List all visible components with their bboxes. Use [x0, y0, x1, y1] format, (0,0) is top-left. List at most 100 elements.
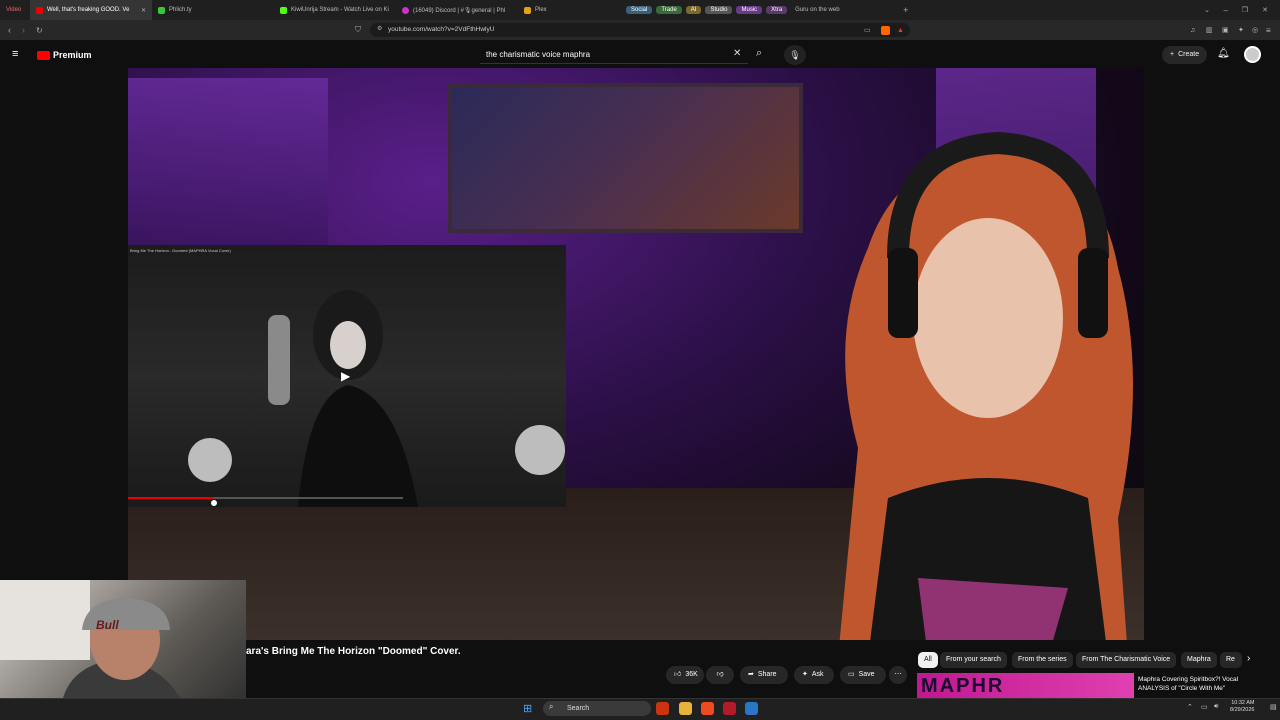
- avatar[interactable]: [1244, 46, 1261, 63]
- bookmark-icon[interactable]: ⛉: [355, 25, 361, 35]
- tab-groups: Social Trade AI Studio Music Xtra: [624, 6, 789, 14]
- tab-guru[interactable]: Guru on the web: [789, 0, 899, 20]
- taskbar-search[interactable]: Search: [543, 701, 651, 716]
- tab-discord[interactable]: (16049) Discord | #🎙general | Phl: [396, 0, 518, 20]
- play-icon: [158, 6, 165, 14]
- app-icon[interactable]: [656, 702, 669, 715]
- tab-kick[interactable]: KiwiUnrija Stream - Watch Live on Ki: [274, 0, 396, 20]
- create-label: Create: [1178, 51, 1200, 58]
- video-title: ara's Bring Me The Horizon "Doomed" Cove…: [246, 646, 461, 657]
- windows-start-icon[interactable]: ⊞: [523, 702, 532, 715]
- chip-more[interactable]: Re: [1220, 652, 1242, 668]
- music-icon[interactable]: ♫: [1190, 27, 1195, 34]
- more-actions-button[interactable]: ⋯: [889, 666, 907, 684]
- host-person: [839, 131, 1133, 640]
- tab-group-xtra[interactable]: Xtra: [766, 6, 788, 14]
- inset-video[interactable]: Bring Me The Horizon - Doomed (MAPHRA Vo…: [128, 245, 566, 507]
- more-icon: ⋯: [894, 671, 902, 678]
- play-icon[interactable]: ▶: [341, 369, 350, 383]
- sidebar-icon[interactable]: ▥: [1206, 26, 1213, 34]
- tab-youtube[interactable]: Well, that's freaking GOOD. Ve ✕: [30, 0, 152, 20]
- kick-icon: [280, 6, 287, 14]
- vpn-icon[interactable]: ◎: [1252, 26, 1258, 34]
- recommended-title[interactable]: Maphra Covering Spiritbox?! Vocal ANALYS…: [1138, 675, 1258, 693]
- back-icon[interactable]: ‹: [8, 25, 11, 35]
- youtube-logo[interactable]: Premium: [37, 50, 92, 60]
- chip-from-the-series[interactable]: From the series: [1012, 652, 1073, 668]
- chip-from-your-search[interactable]: From your search: [940, 652, 1007, 668]
- tab-label: KiwiUnrija Stream - Watch Live on Ki: [291, 7, 389, 13]
- minimize-icon[interactable]: –: [1224, 6, 1228, 15]
- youtube-play-logo-icon: [37, 50, 50, 60]
- like-button[interactable]: 👍︎ 36K: [666, 666, 704, 684]
- tray-chevron-icon[interactable]: ⌃: [1187, 703, 1193, 711]
- network-icon[interactable]: ▭: [1201, 703, 1208, 711]
- chip-maphra[interactable]: Maphra: [1181, 652, 1217, 668]
- clock[interactable]: 10:32 AM 8/29/2026: [1230, 700, 1254, 714]
- url-field[interactable]: youtube.com/watch?v=2VdFthHwlyU: [370, 23, 910, 37]
- ask-label: Ask: [811, 671, 824, 678]
- microphone-icon[interactable]: 🎙: [784, 45, 806, 65]
- chip-from-channel[interactable]: From The Charismatic Voice: [1076, 652, 1177, 668]
- save-label: Save: [858, 671, 875, 678]
- tab-phlich[interactable]: Phlich.ty: [152, 0, 274, 20]
- thumbs-up-icon: 👍︎: [674, 671, 682, 678]
- chip-all[interactable]: All: [918, 652, 938, 668]
- tab-group-studio[interactable]: Studio: [705, 6, 733, 14]
- search-icon[interactable]: ⌕: [756, 47, 762, 60]
- tab-label: Phlich.ty: [169, 7, 192, 13]
- tab-label: (16049) Discord | #🎙general | Phl: [413, 7, 506, 14]
- taskbar-search-label: Search: [567, 705, 590, 712]
- tab-group-music[interactable]: Music: [736, 6, 763, 14]
- app-icon[interactable]: [723, 702, 736, 715]
- chevron-right-icon[interactable]: ›: [1247, 653, 1250, 664]
- tab-group-ai[interactable]: AI: [685, 6, 702, 14]
- notifications-bell-icon[interactable]: 🔔︎: [1217, 48, 1230, 59]
- clear-search-icon[interactable]: ✕: [733, 48, 741, 59]
- share-button[interactable]: ➦ Share: [740, 666, 788, 684]
- address-bar-row: ‹ › ↻ ⛉ youtube.com/watch?v=2VdFthHwlyU …: [0, 20, 1280, 40]
- new-tab-icon[interactable]: +: [903, 5, 908, 15]
- tab-label: Well, that's freaking GOOD. Ve: [47, 7, 130, 13]
- create-button[interactable]: + Create: [1162, 46, 1208, 64]
- tab-video[interactable]: Video: [0, 0, 30, 20]
- notification-center-icon[interactable]: ▤: [1270, 703, 1277, 711]
- tab-label: Video: [6, 7, 22, 13]
- rewards-icon[interactable]: ▲: [897, 27, 904, 34]
- brave-shield-icon[interactable]: [881, 25, 890, 35]
- window-close-icon[interactable]: ✕: [1262, 6, 1268, 14]
- wallet-icon[interactable]: ▣: [1222, 26, 1229, 34]
- extensions-icon[interactable]: ✦: [1238, 26, 1244, 34]
- youtube-icon: [36, 6, 43, 14]
- cast-icon[interactable]: ▭: [864, 26, 871, 34]
- site-info-icon[interactable]: ⚙: [377, 25, 382, 32]
- sparkle-icon: ✦: [802, 671, 808, 678]
- plex-icon: [524, 6, 531, 14]
- save-button[interactable]: ▭ Save: [840, 666, 886, 684]
- file-explorer-icon[interactable]: [679, 702, 692, 715]
- brand-label: Premium: [53, 50, 92, 60]
- hamburger-menu-icon[interactable]: ≡: [12, 48, 18, 60]
- dislike-button[interactable]: 👎︎: [706, 666, 734, 684]
- tab-group-trade[interactable]: Trade: [656, 6, 682, 14]
- share-label: Share: [757, 671, 777, 678]
- tab-group-social[interactable]: Social: [626, 6, 653, 14]
- forward-icon[interactable]: ›: [22, 25, 25, 35]
- tab-label: Guru on the web: [795, 7, 840, 13]
- like-count: 36K: [685, 671, 698, 678]
- brave-browser-icon[interactable]: [701, 702, 714, 715]
- search-input[interactable]: the charismatic voice maphra: [480, 46, 748, 64]
- close-icon[interactable]: ✕: [141, 7, 146, 14]
- tab-plex[interactable]: Plex: [518, 0, 618, 20]
- ask-button[interactable]: ✦ Ask: [794, 666, 834, 684]
- search-icon: ⌕: [549, 702, 554, 711]
- menu-icon[interactable]: ≡: [1266, 26, 1271, 35]
- chevron-down-icon[interactable]: ⌄: [1204, 6, 1210, 14]
- thumbnail-text: MAPHR: [921, 675, 1005, 697]
- steam-icon[interactable]: [745, 702, 758, 715]
- recommended-thumbnail[interactable]: MAPHR: [917, 673, 1134, 698]
- save-icon: ▭: [848, 671, 855, 678]
- restore-icon[interactable]: ❐: [1242, 6, 1248, 14]
- volume-icon[interactable]: 🔊︎: [1214, 703, 1218, 711]
- reload-icon[interactable]: ↻: [36, 26, 43, 35]
